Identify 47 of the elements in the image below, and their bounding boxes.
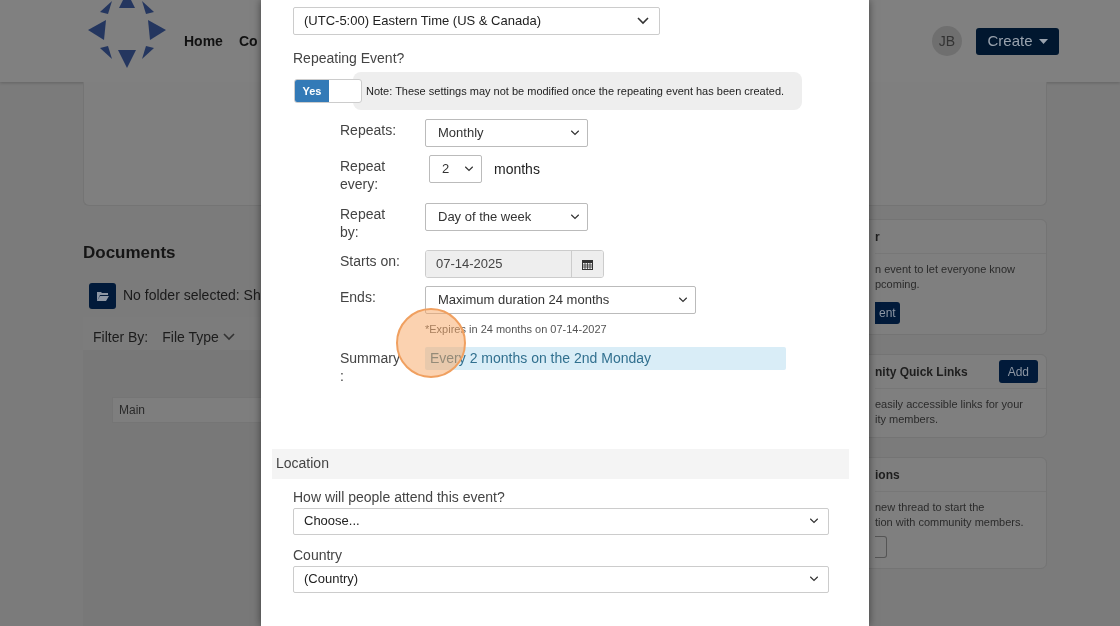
folder-button[interactable] bbox=[89, 282, 116, 309]
dropdown-select[interactable]: (Country) bbox=[293, 565, 829, 593]
summary-field: Every 2 months on the 2nd Monday bbox=[425, 346, 786, 370]
field-label: Repeating Event? bbox=[293, 49, 406, 68]
create-button[interactable]: Create bbox=[976, 27, 1059, 55]
folder-icon bbox=[96, 290, 109, 301]
card-text: n event to let everyone know bbox=[875, 262, 1017, 277]
field-label: How will people attend this event? bbox=[293, 487, 506, 506]
card-text: easily accessible links for your bbox=[875, 397, 1024, 412]
field-label: Repeats: bbox=[340, 121, 398, 139]
add-button[interactable]: Add bbox=[998, 360, 1038, 383]
filter-label: Filter By: bbox=[93, 327, 149, 347]
nav-link[interactable]: Co bbox=[238, 30, 258, 52]
nav-link[interactable]: Home bbox=[184, 30, 223, 52]
field-label: Starts on: bbox=[340, 252, 401, 270]
caret-icon bbox=[1038, 38, 1048, 44]
card-text: tion with community members. bbox=[875, 515, 1025, 530]
card-title: nity Quick Links bbox=[875, 363, 968, 381]
card-title: r bbox=[875, 228, 880, 246]
card-button[interactable]: ent bbox=[875, 302, 900, 324]
timezone-select[interactable]: (UTC-5:00) Eastern Time (US & Canada) bbox=[293, 7, 660, 35]
filter-dropdown[interactable]: File Type bbox=[162, 326, 235, 348]
section-header: Location bbox=[272, 448, 849, 479]
dropdown-select[interactable]: Monthly bbox=[425, 119, 588, 147]
date-field[interactable]: 07-14-2025 bbox=[425, 250, 604, 278]
dropdown-select[interactable]: Maximum duration 24 months bbox=[425, 286, 696, 314]
field-label: Repeat every: bbox=[340, 157, 387, 193]
card-title: ions bbox=[875, 466, 900, 484]
yes-toggle[interactable]: Yes bbox=[294, 79, 362, 103]
calendar-icon[interactable] bbox=[572, 251, 603, 277]
field-label: Ends: bbox=[340, 288, 377, 306]
card-text: ity members. bbox=[875, 412, 939, 427]
section-title: Documents bbox=[83, 242, 176, 264]
unit-label: months bbox=[494, 159, 540, 179]
dropdown-select[interactable]: Day of the week bbox=[425, 203, 588, 231]
dropdown-select[interactable]: Choose... bbox=[293, 507, 829, 535]
chevron-down-icon bbox=[637, 17, 649, 25]
note-text: Note: These settings may not be modified once the repeating event has been created. bbox=[353, 72, 802, 110]
dropdown-select[interactable]: 2 bbox=[429, 155, 482, 183]
folder-status-text: No folder selected: Sh bbox=[123, 286, 261, 305]
chevron-down-icon bbox=[222, 333, 235, 341]
field-label: Summary : bbox=[340, 348, 401, 385]
hint-text: *Expires in 24 months on 07-14-2027 bbox=[425, 322, 608, 337]
field-label: Country bbox=[293, 545, 344, 564]
field-label: Repeat by: bbox=[340, 205, 387, 241]
card-text: pcoming. bbox=[875, 277, 921, 292]
card-text: new thread to start the bbox=[875, 500, 986, 515]
